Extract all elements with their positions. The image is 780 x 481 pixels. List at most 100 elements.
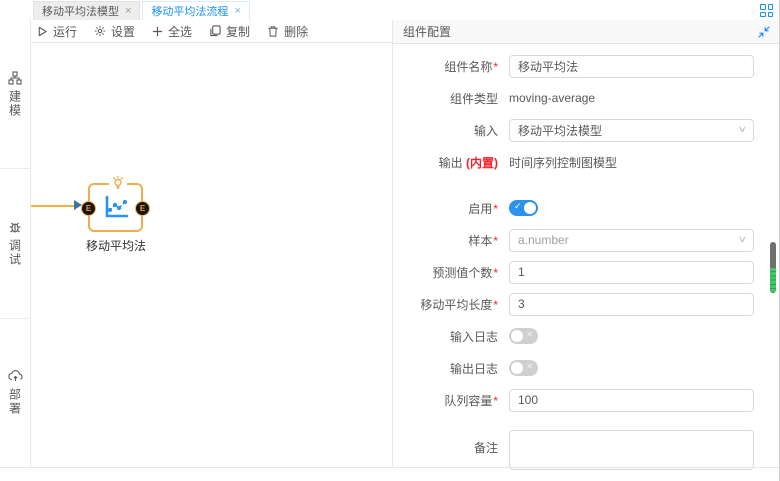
field-label: 移动平均长度* [393, 296, 498, 313]
scrollbar-progress [770, 268, 776, 293]
bottom-divider [0, 467, 779, 468]
sitemap-icon [8, 71, 22, 85]
toggle-knob [524, 202, 536, 214]
delete-label: 删除 [284, 23, 308, 40]
required-mark: * [493, 394, 498, 408]
trash-icon [267, 25, 279, 37]
config-form: 组件名称* 组件类型 moving-average 输入 移动平均法模型 ∨ 输… [393, 44, 780, 462]
moving-average-node[interactable]: E E [88, 183, 143, 232]
grid-square [760, 4, 766, 10]
grid-square [768, 12, 774, 18]
component-name-input[interactable] [509, 55, 754, 78]
output-value: 时间序列控制图模型 [509, 154, 617, 171]
cross-icon: ✕ [526, 362, 533, 371]
forecast-count-input[interactable] [509, 261, 754, 284]
select-all-label: 全选 [168, 23, 192, 40]
required-mark: * [493, 60, 498, 74]
copy-icon [209, 25, 221, 37]
sidebar-item-label: 建模 [7, 90, 24, 118]
field-queue-capacity: 队列容量* [393, 384, 780, 416]
select-all-button[interactable]: 全选 [152, 23, 192, 40]
check-icon: ✓ [514, 201, 522, 212]
remark-textarea[interactable] [509, 430, 754, 470]
moving-average-length-input[interactable] [509, 293, 754, 316]
delete-button[interactable]: 删除 [267, 23, 308, 40]
field-output: 输出 (内置) 时间序列控制图模型 [393, 146, 780, 178]
enabled-toggle[interactable]: ✓ [509, 200, 538, 216]
sample-select[interactable]: a.number [509, 229, 754, 252]
output-port[interactable]: E [135, 201, 150, 216]
required-mark: * [493, 202, 498, 216]
canvas-toolbar: 运行 设置 全选 复制 删除 [31, 20, 392, 43]
run-button[interactable]: 运行 [37, 23, 77, 40]
bug-icon [8, 220, 22, 234]
field-input-source: 输入 移动平均法模型 ∨ [393, 114, 780, 146]
run-label: 运行 [53, 23, 77, 40]
field-label: 备注 [393, 430, 498, 456]
sidebar-item-modeling[interactable]: 建模 [0, 20, 30, 169]
field-enabled: 启用* ✓ [393, 192, 780, 224]
input-port[interactable]: E [81, 201, 96, 216]
lightbulb-icon [109, 175, 127, 189]
app-window: 移动平均法模型 × 移动平均法流程 × 运行 设置 全选 复制 [0, 0, 780, 481]
cloud-upload-icon [8, 369, 23, 383]
field-label: 输入 [393, 122, 498, 139]
plus-icon [152, 26, 163, 37]
left-sidebar: 建模 调试 部署 [0, 20, 31, 467]
flow-canvas[interactable]: E E 移动平均法 [31, 43, 392, 467]
field-label: 输入日志 [393, 328, 498, 345]
required-mark: * [493, 234, 498, 248]
field-component-type: 组件类型 moving-average [393, 82, 780, 114]
collapse-icon[interactable] [758, 26, 770, 38]
field-label: 样本* [393, 232, 498, 249]
node-label: 移动平均法 [61, 237, 171, 254]
chevron-down-icon: ∨ [738, 124, 748, 135]
copy-button[interactable]: 复制 [209, 23, 250, 40]
settings-label: 设置 [111, 23, 135, 40]
connector-wire[interactable] [31, 205, 78, 207]
input-log-toggle[interactable]: ✕ [509, 328, 538, 344]
input-source-select[interactable]: 移动平均法模型 [509, 119, 754, 142]
grid-square [768, 4, 774, 10]
queue-capacity-input[interactable] [509, 389, 754, 412]
close-icon[interactable]: × [125, 6, 131, 17]
sidebar-item-deploy[interactable]: 部署 [0, 319, 30, 467]
settings-button[interactable]: 设置 [94, 23, 135, 40]
field-moving-average-length: 移动平均长度* [393, 288, 780, 320]
sidebar-item-debug[interactable]: 调试 [0, 169, 30, 318]
field-output-log: 输出日志 ✕ [393, 352, 780, 384]
tab-label: 移动平均法流程 [151, 3, 228, 19]
panel-scrollbar-thumb[interactable] [770, 242, 776, 293]
component-config-panel: 组件配置 组件名称* 组件类型 moving-average 输入 移动平均法模… [392, 20, 780, 467]
field-label: 输出日志 [393, 360, 498, 377]
apps-grid-icon[interactable] [760, 4, 773, 17]
panel-title: 组件配置 [403, 23, 451, 40]
panel-header: 组件配置 [393, 20, 780, 44]
field-input-log: 输入日志 ✕ [393, 320, 780, 352]
field-sample: 样本* a.number ∨ [393, 224, 780, 256]
field-remark: 备注 [393, 430, 780, 462]
close-icon[interactable]: × [234, 6, 240, 17]
tab-label: 移动平均法模型 [42, 3, 119, 19]
tab-moving-average-flow[interactable]: 移动平均法流程 × [142, 1, 249, 20]
play-icon [37, 26, 48, 37]
builtin-badge: (内置) [466, 156, 498, 170]
required-mark: * [493, 266, 498, 280]
cross-icon: ✕ [526, 330, 533, 339]
sidebar-item-label: 部署 [7, 388, 24, 416]
field-label: 启用* [393, 200, 498, 217]
sidebar-item-label: 调试 [7, 239, 24, 267]
gear-icon [94, 25, 106, 37]
toggle-knob [511, 362, 523, 374]
tab-moving-average-model[interactable]: 移动平均法模型 × [33, 1, 140, 20]
field-label: 预测值个数* [393, 264, 498, 281]
field-label: 输出 (内置) [393, 154, 498, 171]
grid-square [760, 12, 766, 18]
component-type-value: moving-average [509, 91, 595, 105]
toggle-knob [511, 330, 523, 342]
required-mark: * [493, 298, 498, 312]
field-label: 组件名称* [393, 58, 498, 75]
field-forecast-count: 预测值个数* [393, 256, 780, 288]
output-log-toggle[interactable]: ✕ [509, 360, 538, 376]
chevron-down-icon: ∨ [738, 234, 748, 245]
